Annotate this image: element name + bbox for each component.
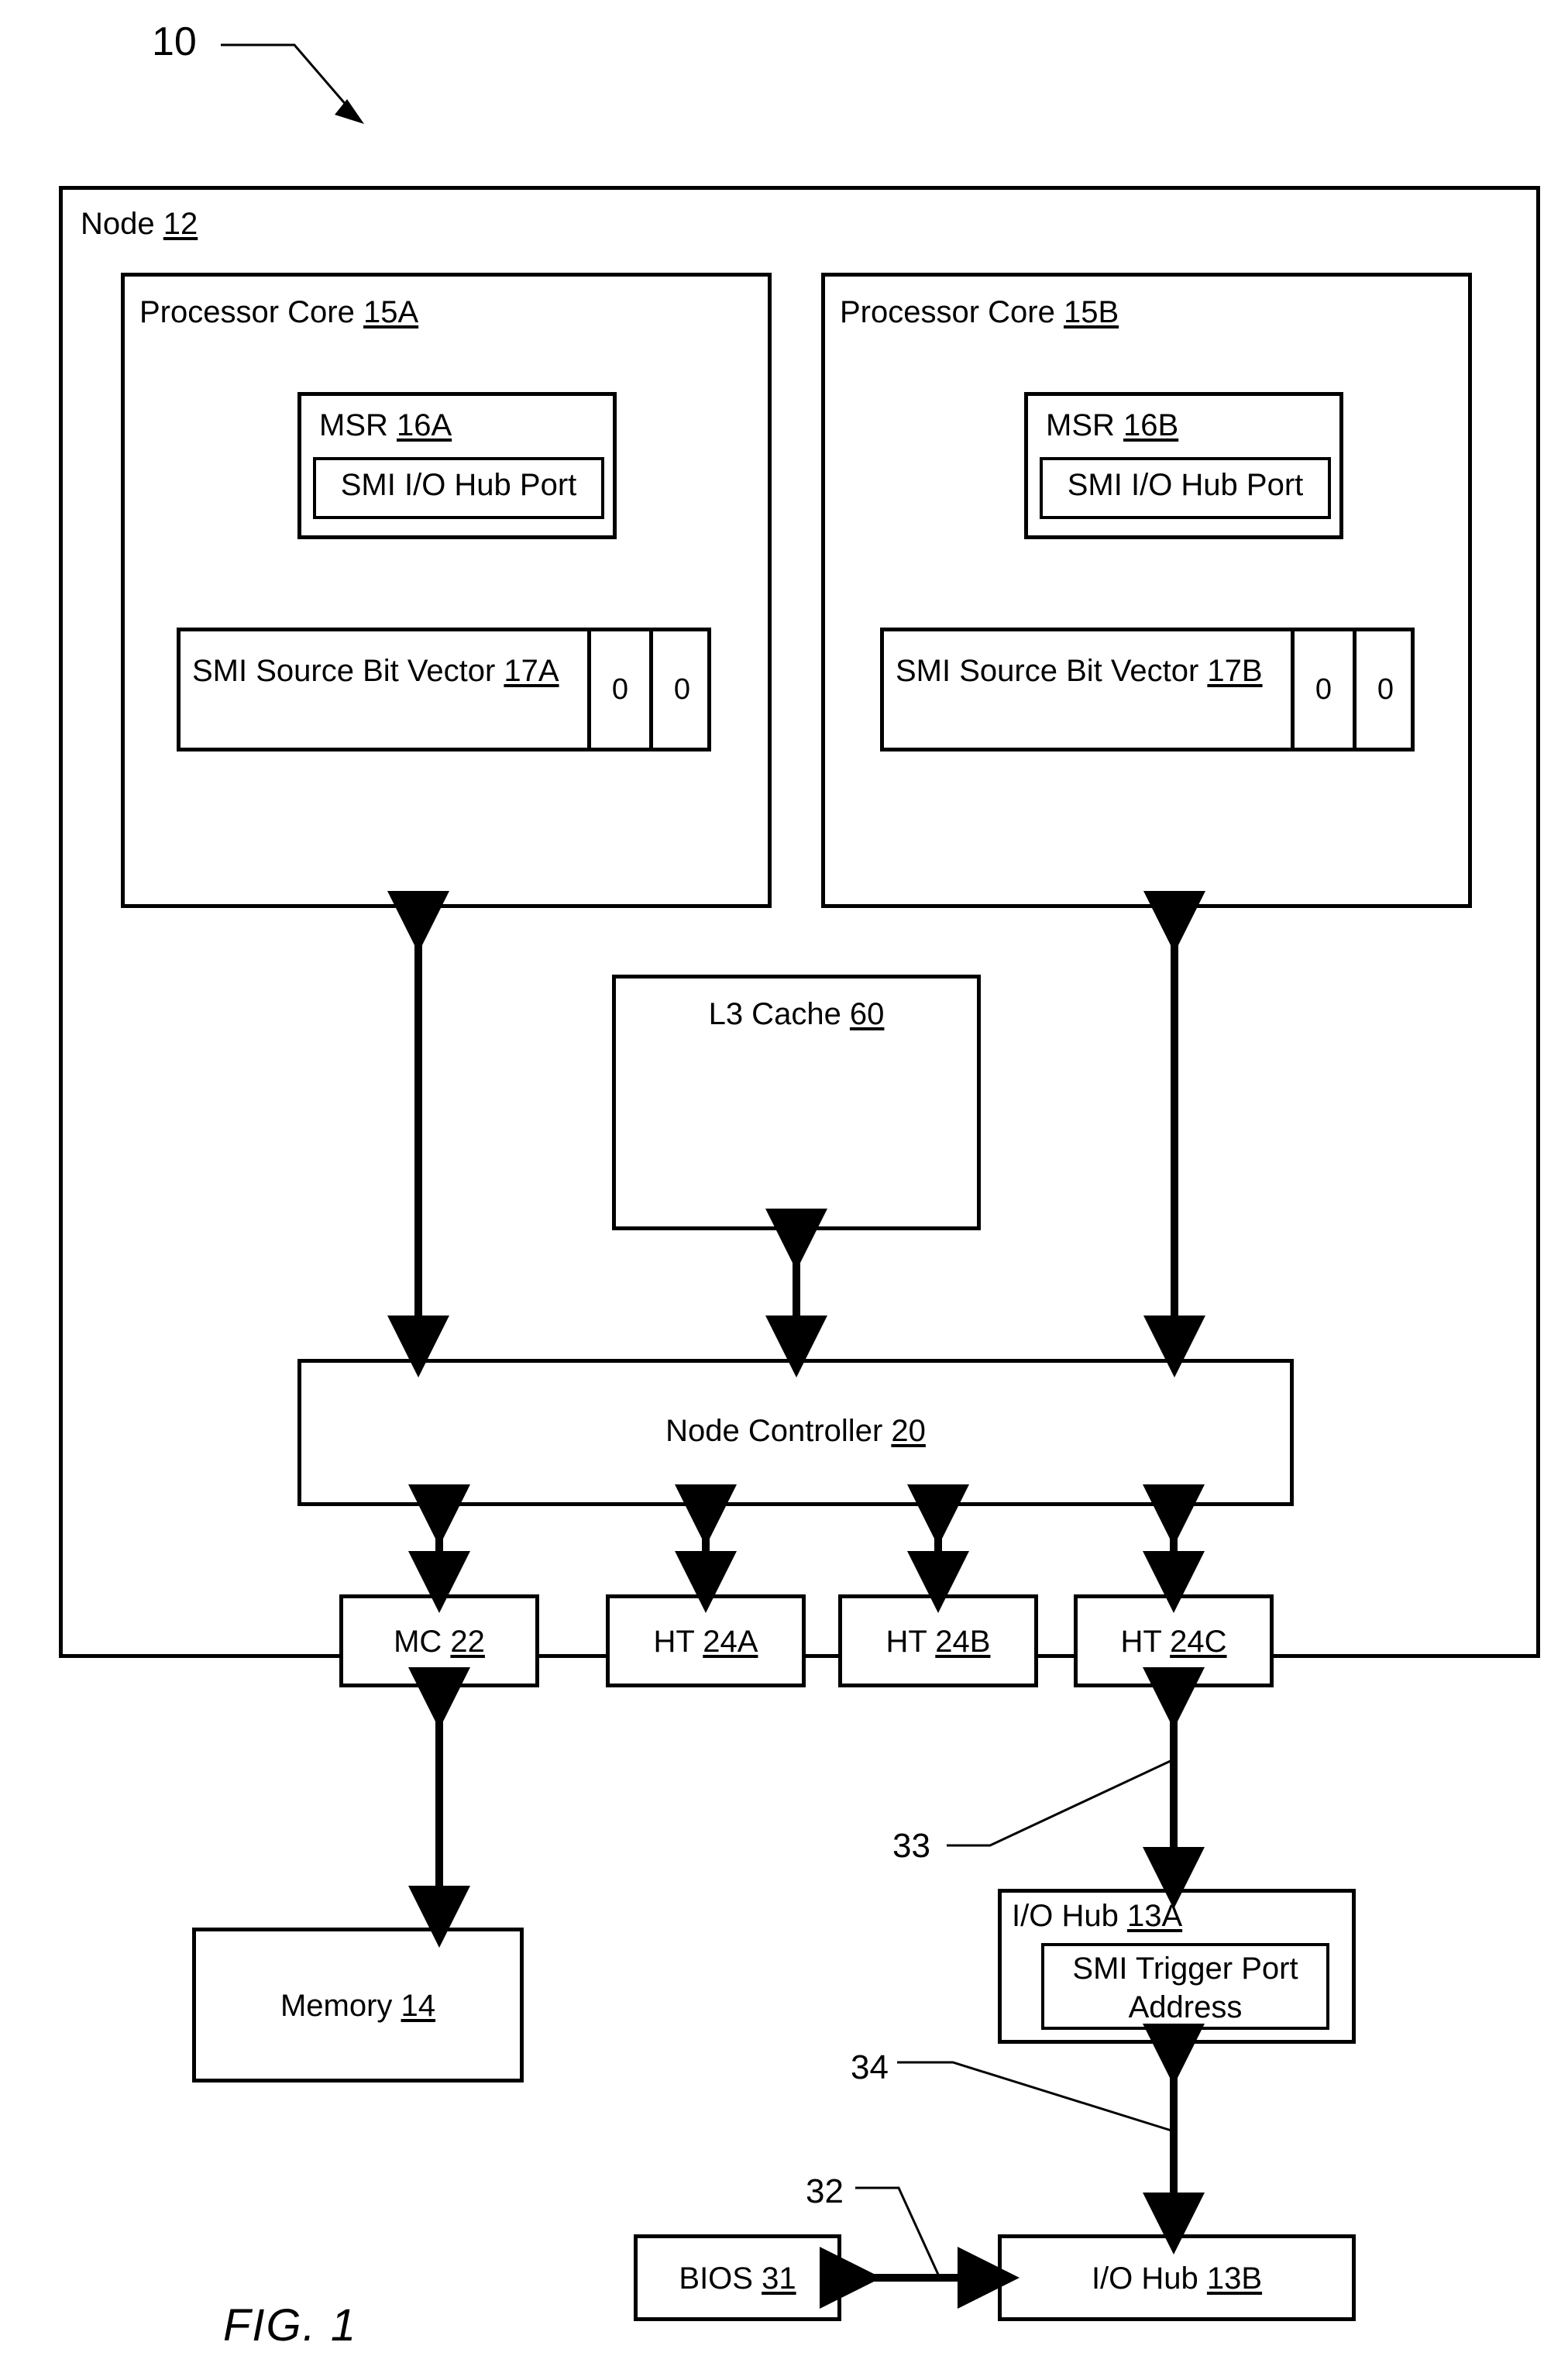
reference-numeral-34: 34 <box>851 2048 889 2086</box>
leader-line-10 <box>221 43 364 124</box>
smi-source-bit-vector-a-cell-1: 0 <box>649 628 711 751</box>
io-hub-b-label-text: I/O Hub <box>1091 2261 1207 2296</box>
ht-a-label-text: HT <box>653 1625 703 1659</box>
smi-source-bit-vector-a-cells: 0 0 <box>587 628 711 751</box>
reference-numeral-10: 10 <box>152 19 197 64</box>
l3-cache-label-ref: 60 <box>849 997 885 1031</box>
smi-trigger-port-address-line2: Address <box>1128 1990 1243 2024</box>
processor-core-b-box <box>821 273 1472 908</box>
msr-a-label-ref: 16A <box>397 408 452 442</box>
smi-source-bit-vector-a-label: SMI Source Bit Vector 17A <box>192 655 559 687</box>
ht-b-label-text: HT <box>885 1625 936 1659</box>
processor-core-a-box <box>121 273 772 908</box>
msr-a-label: MSR 16A <box>319 409 452 442</box>
ht-c-label: HT 24C <box>1074 1625 1274 1658</box>
l3-cache-label-text: L3 Cache <box>708 997 850 1031</box>
msr-a-smi-io-hub-port-label: SMI I/O Hub Port <box>340 468 577 502</box>
processor-core-b-label-text: Processor Core <box>840 295 1064 329</box>
ht-a-label-ref: 24A <box>703 1625 758 1659</box>
leader-line-34 <box>897 2061 1172 2132</box>
msr-b-label-text: MSR <box>1046 408 1123 442</box>
msr-a-label-text: MSR <box>319 408 397 442</box>
leader-line-32 <box>855 2186 940 2277</box>
node-controller-label-text: Node Controller <box>665 1414 892 1448</box>
msr-b-label: MSR 16B <box>1046 409 1178 442</box>
smi-source-bit-vector-a-label-text: SMI Source Bit Vector <box>192 654 504 688</box>
smi-source-bit-vector-b-cell-0: 0 <box>1291 628 1353 751</box>
smi-source-bit-vector-b-cell-1: 0 <box>1353 628 1415 751</box>
io-hub-b-label-ref: 13B <box>1206 2261 1263 2296</box>
memory-label-text: Memory <box>280 1989 401 2023</box>
io-hub-b-label: I/O Hub 13B <box>998 2262 1356 2295</box>
io-hub-a-label-ref: 13A <box>1126 1899 1183 1933</box>
leader-line-33 <box>947 1759 1173 1847</box>
smi-source-bit-vector-b-label-ref: 17B <box>1207 654 1263 688</box>
smi-source-bit-vector-b-label: SMI Source Bit Vector 17B <box>896 655 1263 687</box>
processor-core-b-label-ref: 15B <box>1063 295 1119 329</box>
smi-source-bit-vector-a-cell-0: 0 <box>587 628 649 751</box>
ht-c-label-ref: 24C <box>1170 1625 1227 1659</box>
processor-core-a-label-text: Processor Core <box>139 295 363 329</box>
msr-b-label-ref: 16B <box>1123 408 1179 442</box>
io-hub-a-label: I/O Hub 13A <box>1012 1900 1182 1932</box>
node-label: Node 12 <box>81 208 198 240</box>
mc-label: MC 22 <box>339 1625 539 1658</box>
node-label-text: Node <box>81 207 163 241</box>
reference-numeral-33: 33 <box>892 1827 930 1865</box>
mc-label-text: MC <box>394 1625 451 1659</box>
processor-core-a-label: Processor Core 15A <box>139 296 418 328</box>
ht-b-label: HT 24B <box>838 1625 1038 1658</box>
smi-source-bit-vector-a-label-ref: 17A <box>504 654 559 688</box>
smi-trigger-port-address-label: SMI Trigger Port Address <box>1041 1949 1329 2027</box>
memory-label: Memory 14 <box>192 1990 524 2022</box>
node-controller-label: Node Controller 20 <box>297 1415 1294 1447</box>
io-hub-a-label-text: I/O Hub <box>1012 1899 1127 1933</box>
memory-label-ref: 14 <box>401 1989 436 2023</box>
mc-label-ref: 22 <box>450 1625 485 1659</box>
ht-b-label-ref: 24B <box>935 1625 991 1659</box>
bios-label-text: BIOS <box>679 2261 762 2296</box>
bios-label: BIOS 31 <box>634 2262 841 2295</box>
reference-numeral-32: 32 <box>806 2172 844 2210</box>
ht-a-label: HT 24A <box>606 1625 806 1658</box>
figure-caption: FIG. 1 <box>223 2300 358 2351</box>
processor-core-b-label: Processor Core 15B <box>840 296 1119 328</box>
bios-label-ref: 31 <box>762 2261 796 2296</box>
ht-c-label-text: HT <box>1120 1625 1171 1659</box>
msr-b-smi-io-hub-port-label: SMI I/O Hub Port <box>1067 468 1304 502</box>
smi-source-bit-vector-b-cells: 0 0 <box>1291 628 1415 751</box>
patent-figure: 10 Node 12 Processor Core 15A MSR 16A SM… <box>0 0 1568 2380</box>
processor-core-a-label-ref: 15A <box>363 295 419 329</box>
smi-trigger-port-address-line1: SMI Trigger Port <box>1072 1952 1298 1986</box>
smi-source-bit-vector-b-label-text: SMI Source Bit Vector <box>896 654 1208 688</box>
l3-cache-label: L3 Cache 60 <box>612 998 981 1030</box>
node-label-ref: 12 <box>163 207 198 241</box>
node-controller-label-ref: 20 <box>891 1414 926 1448</box>
